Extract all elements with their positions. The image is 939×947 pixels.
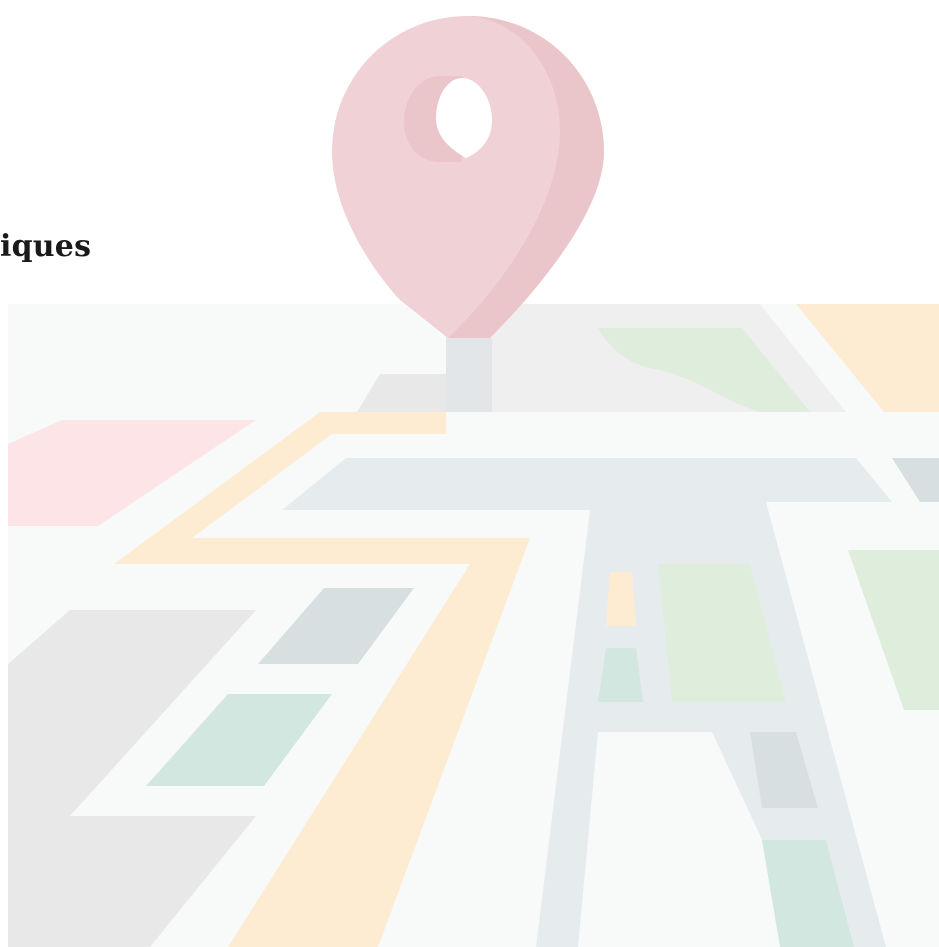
map-illustration xyxy=(8,16,939,947)
page-canvas: iques xyxy=(0,0,939,947)
map-median-yellow xyxy=(606,572,636,626)
map-pin-icon xyxy=(332,16,604,338)
page-heading-fragment: iques xyxy=(0,229,92,264)
map-pin-stem-band xyxy=(446,338,492,412)
